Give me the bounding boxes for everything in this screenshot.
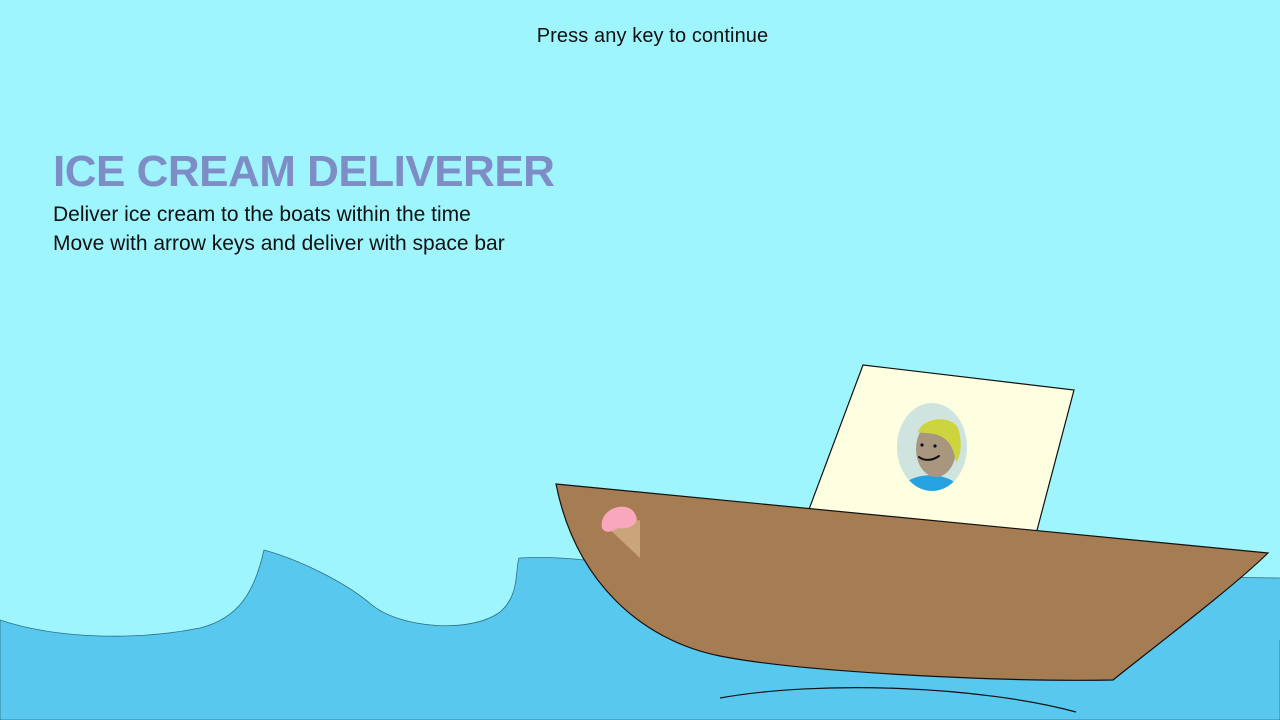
instruction-line: Move with arrow keys and deliver with sp… — [53, 232, 505, 255]
game-screen[interactable]: Press any key to continue ICE CREAM DELI… — [0, 0, 1280, 720]
press-any-key-prompt: Press any key to continue — [536, 25, 769, 47]
instruction-line: Deliver ice cream to the boats within th… — [53, 203, 471, 226]
ocean-scene — [0, 364, 1280, 720]
game-title: ICE CREAM DELIVERER — [53, 147, 555, 196]
